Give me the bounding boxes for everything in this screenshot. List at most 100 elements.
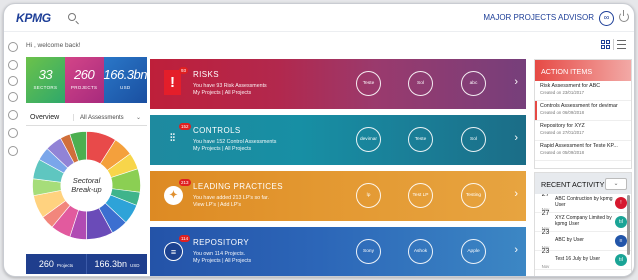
lightbulb-icon: ✦ [164,186,183,205]
menu-icon[interactable] [617,40,626,49]
grid-view-icon[interactable] [601,40,610,49]
settings-icon[interactable] [8,146,18,156]
action-item-title: Repository for XYZ [540,123,585,129]
card-title: LEADING PRACTICES [193,182,283,191]
assessment-select[interactable]: All Assessments [74,115,136,121]
chevron-down-icon[interactable]: ⌄ [605,178,627,190]
activity-day: 27 [541,209,550,217]
activity-text: ABC by User [555,237,584,244]
card-leading-practices[interactable]: ✦ 213 LEADING PRACTICES You have added 2… [150,171,526,221]
kpmg-logo[interactable]: KPMG [16,11,51,25]
project-circle[interactable]: lp [356,183,381,208]
card-title: REPOSITORY [193,238,250,247]
chevron-right-icon[interactable]: › [514,188,518,200]
bottom-stat-projects: 260 Projects [26,254,86,274]
project-circle[interactable]: Testing [461,183,486,208]
count-badge: 114 [179,235,191,242]
stat-sectors[interactable]: 33 SECTORS [26,57,65,103]
activity-text: ABC Contruction by kpmg User [555,196,613,208]
action-item-date: Created on 27/01/2017 [540,130,584,135]
project-circle[interactable]: Sony [356,239,381,264]
card-links[interactable]: My Projects | All Projects [193,90,267,97]
action-item-date: Created on 23/01/2017 [540,90,584,95]
bottom-stat-usd: 166.3bn USD [86,254,147,274]
link-icon[interactable]: ∞ [599,11,614,26]
welcome-text: Hi , welcome back! [26,42,81,49]
card-repository[interactable]: ≡ 114 REPOSITORY You own 114 Projects. M… [150,227,526,276]
action-item-title: Risk Assessment for ABC [540,83,601,89]
project-circle[interactable]: Sol [461,127,486,152]
project-circle[interactable]: Test LP [408,183,433,208]
count-badge: 93 [179,67,189,74]
activity-text: Test 16 July by User [555,256,601,263]
chevron-right-icon[interactable]: › [514,132,518,144]
card-links[interactable]: My Projects | All Projects [193,258,251,265]
stat-usd[interactable]: 166.3bn USD [103,57,147,103]
avatar: tıl [615,216,627,228]
activity-text: XYZ Company Limited by kpmg User [555,215,612,227]
action-item[interactable]: Risk Assessment for ABC Created on 23/01… [535,81,631,101]
stat-projects[interactable]: 260 PROJECTS [64,57,104,103]
action-items-panel: ACTION ITEMS Risk Assessment for ABC Cre… [534,59,632,169]
card-description: You have 93 Risk Assessments My Projects… [193,83,267,97]
sectoral-pie-chart[interactable]: Sectoral Break-up [31,130,142,241]
left-rail [4,32,22,276]
search-icon[interactable] [68,13,76,21]
chevron-right-icon[interactable]: › [514,76,518,88]
activity-day: 23 [541,247,550,255]
activity-month: Nov [541,263,550,269]
power-icon[interactable] [619,10,629,22]
stat-label: PROJECTS [70,85,98,90]
card-desc-line1: You own 114 Projects. [193,251,246,257]
card-desc-line1: You have 152 Control Assessments [193,139,277,145]
dashboard-icon[interactable] [8,42,18,52]
check-icon[interactable] [8,92,18,102]
pie-label-line1: Sectoral [73,176,101,185]
card-desc-line1: You have added 213 LP's so far. [193,195,269,201]
info-icon[interactable] [8,76,18,86]
avatar: ≡ [615,235,627,247]
divider [613,39,614,50]
bottom-stat-value: 166.3bn [94,259,128,269]
card-description: You own 114 Projects. My Projects | All … [193,251,251,265]
scrollbar[interactable] [627,195,630,255]
project-circle[interactable]: devimar [356,127,381,152]
card-title: CONTROLS [193,126,241,135]
project-circle[interactable]: Teste [356,71,381,96]
bottom-stat-label: Projects [56,263,74,268]
card-links[interactable]: My Projects | All Projects [193,146,276,153]
count-badge: 213 [179,179,191,186]
app-window: KPMG MAJOR PROJECTS ADVISOR ∞ Hi , welco… [3,3,635,277]
stat-value: 33 [38,67,53,82]
project-circle[interactable]: Ashok [408,239,433,264]
action-item[interactable]: Rapid Assessment for Teste KP... Created… [535,141,631,161]
card-desc-line1: You have 93 Risk Assessments [193,83,267,89]
chevron-right-icon[interactable]: › [514,244,518,256]
avatar: tıl [615,254,627,266]
bottom-stat-value: 260 [38,259,54,269]
card-controls[interactable]: ⫶⫶ 152 CONTROLS You have 152 Control Ass… [150,115,526,165]
action-item-title: Rapid Assessment for Teste KP... [540,143,618,149]
action-item[interactable]: Controls Assessment for devimar Created … [535,101,631,121]
project-circle[interactable]: Apple [461,239,486,264]
project-circle[interactable]: abc [461,71,486,96]
bottom-stats: 260 Projects 166.3bn USD [26,254,147,274]
activity-date: 23 Nov [539,248,552,273]
action-items-title: ACTION ITEMS [535,60,631,81]
exclamation-icon: ! [164,70,181,95]
risk-icon[interactable] [8,60,18,70]
card-links[interactable]: View LP's | Add LP's [193,202,269,209]
action-item-date: Created on 05/09/2018 [540,150,584,155]
activity-item[interactable]: 23 Nov Test 16 July by User tıl [535,248,631,273]
card-risks[interactable]: ! 93 RISKS You have 93 Risk Assessments … [150,59,526,109]
action-item[interactable]: Repository for XYZ Created on 27/01/2017 [535,121,631,141]
project-circle[interactable]: Teste [408,127,433,152]
project-circle[interactable]: Sol [408,71,433,96]
chevron-down-icon[interactable]: ⌄ [136,114,147,121]
list-icon[interactable] [8,110,18,120]
stat-value: 260 [74,67,95,82]
globe-icon[interactable] [8,128,18,138]
activity-day: 23 [541,228,550,236]
top-bar: KPMG MAJOR PROJECTS ADVISOR ∞ [4,4,634,32]
action-item-title: Controls Assessment for devimar [540,103,618,109]
